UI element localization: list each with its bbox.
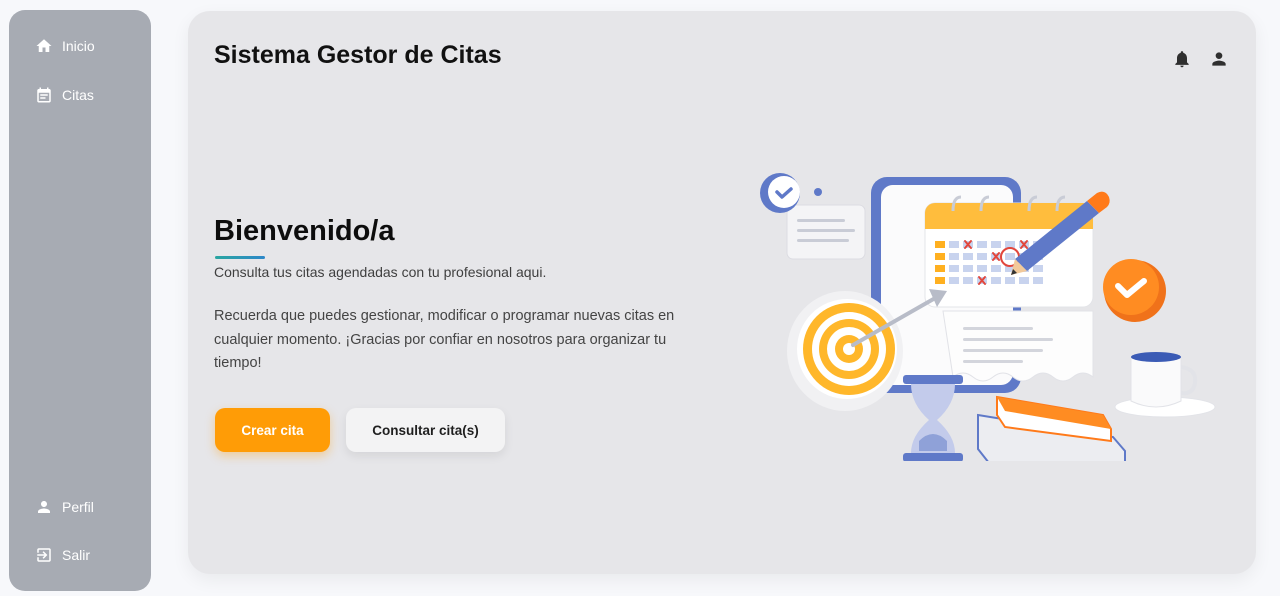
receipt-icon (942, 310, 1094, 382)
calendar-grid-icon (924, 195, 1094, 308)
sidebar-item-label: Perfil (62, 499, 94, 515)
view-appointments-button[interactable]: Consultar cita(s) (346, 408, 505, 452)
title-underline (215, 256, 265, 259)
sidebar-item-salir[interactable]: Salir (35, 546, 90, 564)
books-icon (977, 395, 1126, 461)
home-icon (35, 37, 53, 55)
logout-icon (35, 546, 53, 564)
calendar-illustration (760, 173, 1216, 461)
hero-body: Recuerda que puedes gestionar, modificar… (214, 308, 675, 371)
check-bubble-icon (760, 173, 800, 213)
coffee-cup-icon (1114, 352, 1216, 418)
main-panel: Sistema Gestor de Citas Bienvenido/a Con… (188, 11, 1256, 574)
page-title: Sistema Gestor de Citas (214, 41, 502, 69)
hourglass-icon (903, 375, 963, 461)
sidebar-item-inicio[interactable]: Inicio (35, 37, 95, 55)
hero-subtitle: Consulta tus citas agendadas con tu prof… (214, 264, 547, 280)
sidebar: Inicio Citas Perfil Salir (9, 10, 151, 591)
sidebar-item-perfil[interactable]: Perfil (35, 498, 94, 516)
bell-icon[interactable] (1172, 49, 1192, 69)
hero-title: Bienvenido/a (214, 215, 395, 247)
sidebar-item-label: Salir (62, 547, 91, 563)
create-appointment-button[interactable]: Crear cita (215, 408, 330, 452)
sidebar-item-citas[interactable]: Citas (35, 86, 94, 104)
sidebar-item-label: Inicio (62, 38, 95, 54)
sidebar-item-label: Citas (62, 87, 94, 103)
orange-check-icon (1103, 259, 1166, 322)
calendar-icon (35, 86, 53, 104)
user-icon[interactable] (1209, 49, 1229, 69)
person-icon (35, 498, 53, 516)
